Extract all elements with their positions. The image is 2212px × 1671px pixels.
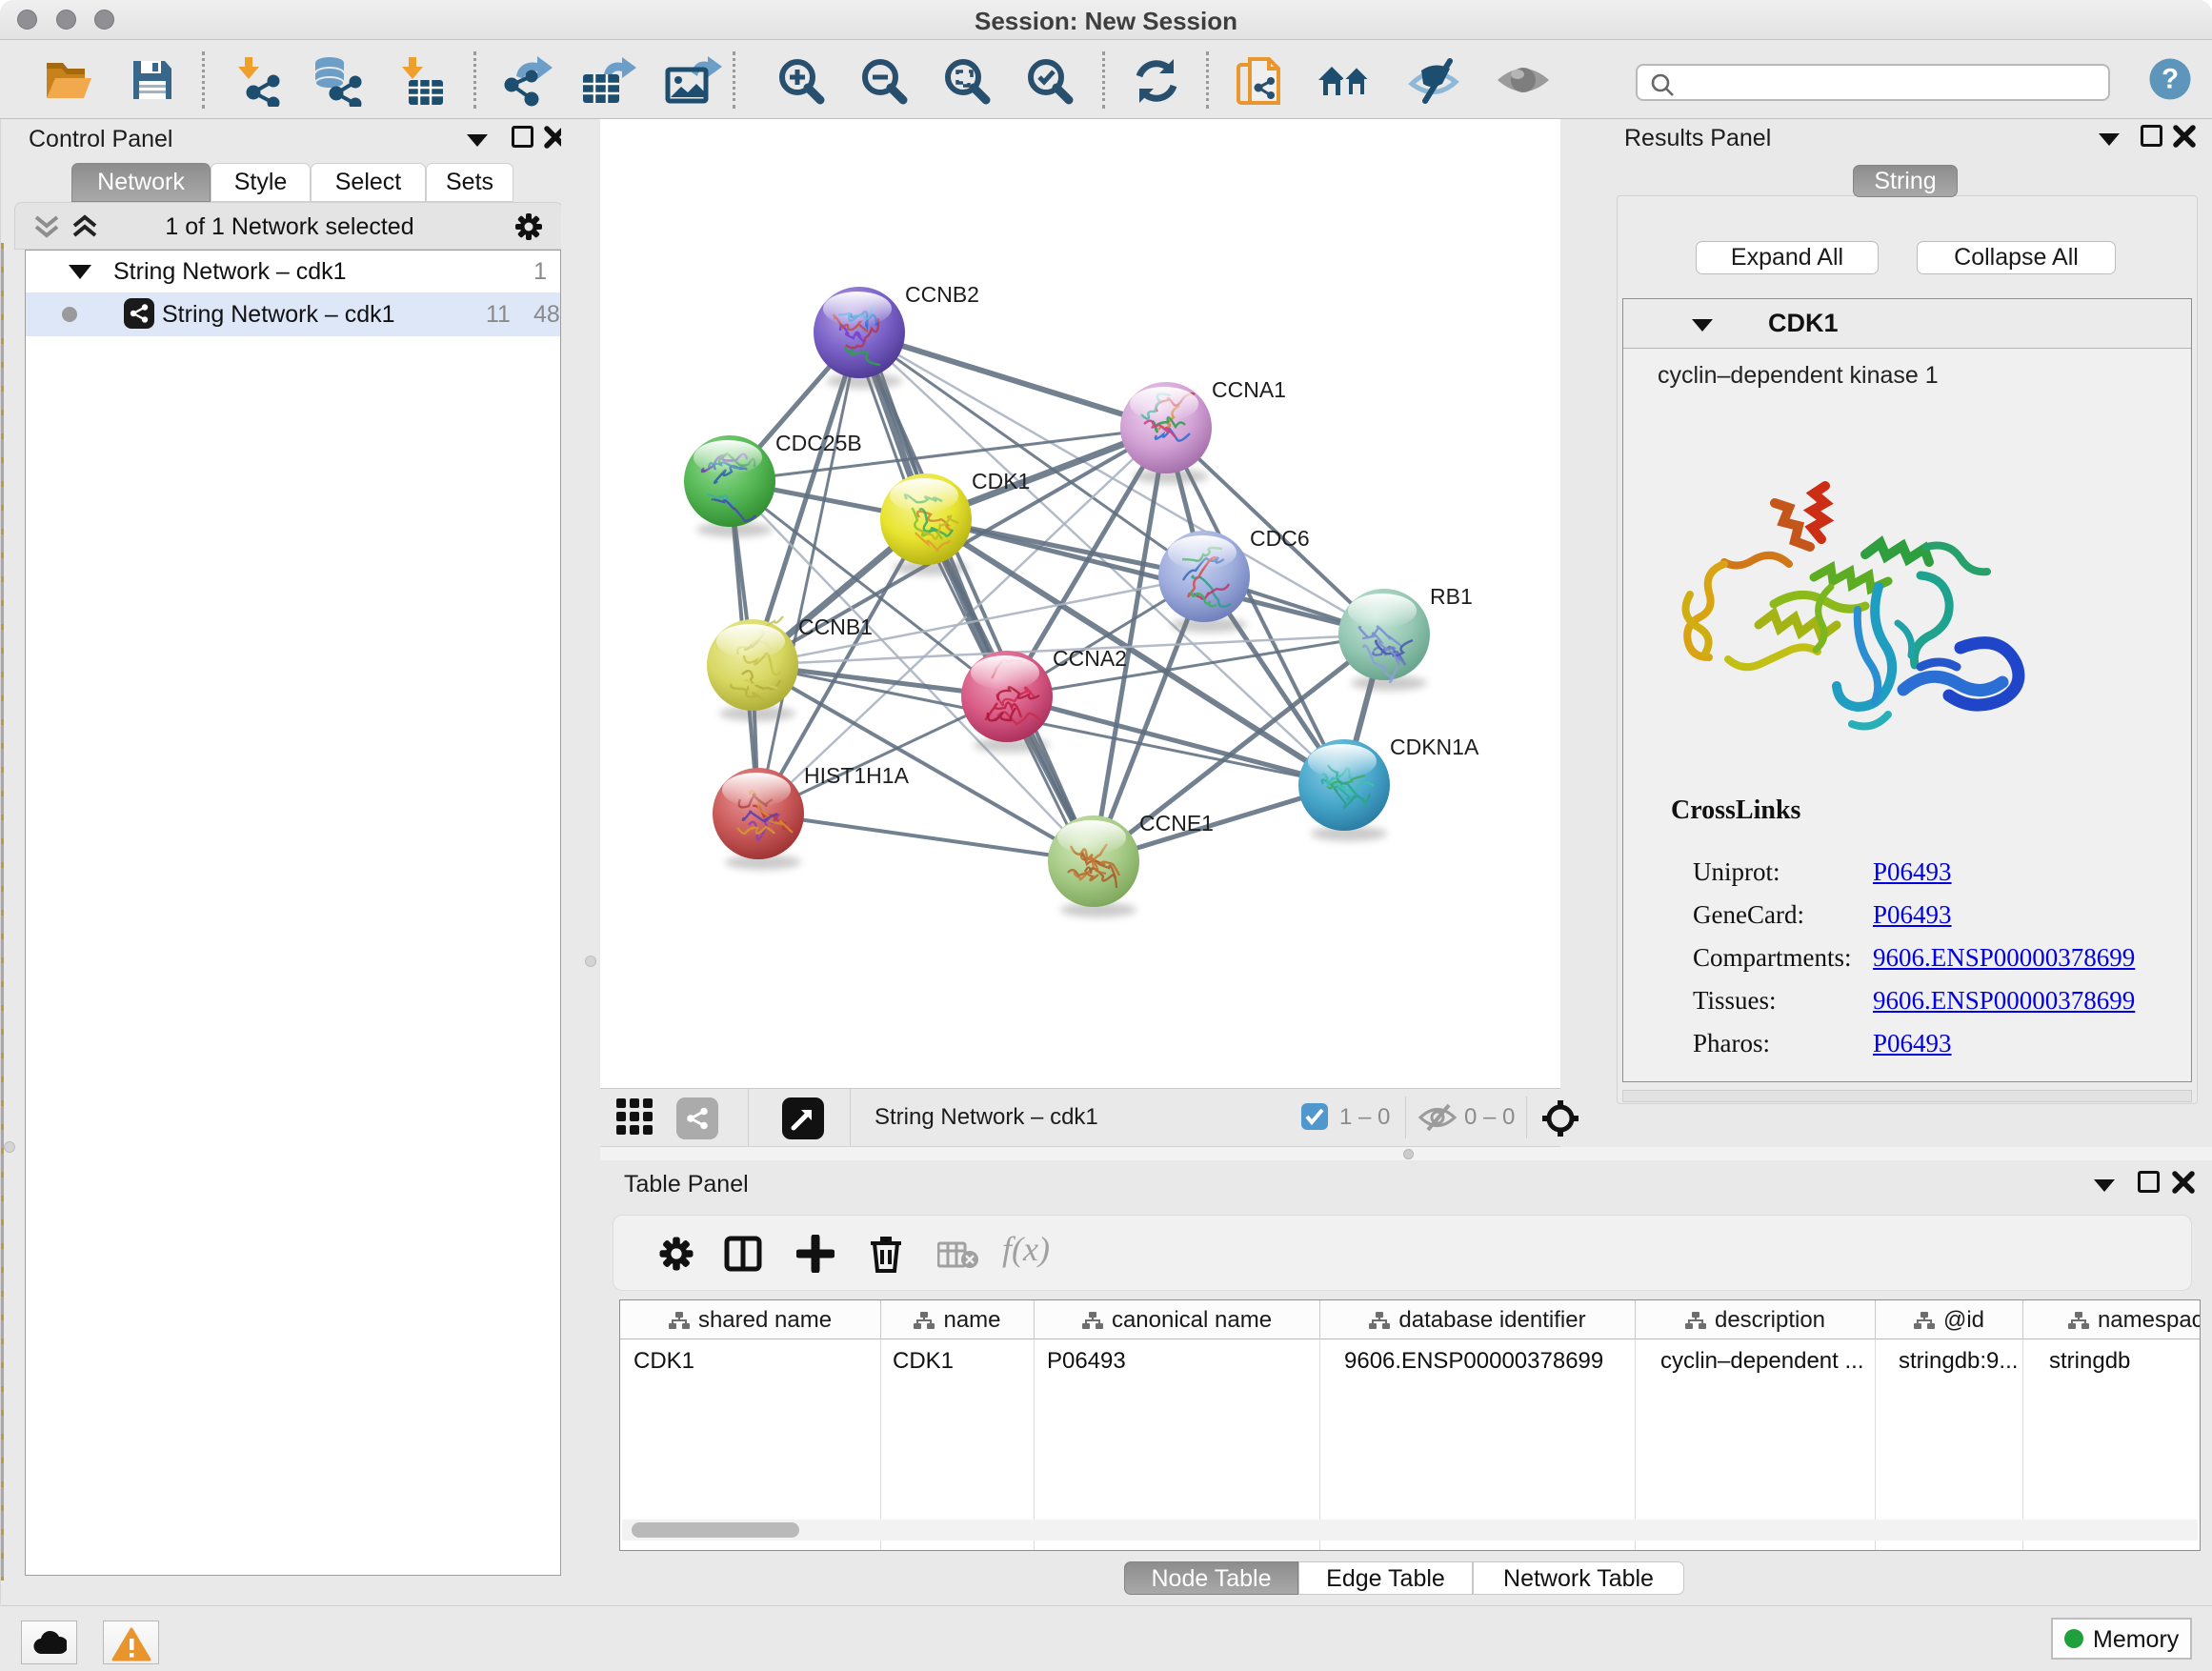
svg-text:CCNB1: CCNB1 bbox=[798, 614, 873, 639]
svg-text:CCNA1: CCNA1 bbox=[1212, 377, 1286, 402]
svg-text:RB1: RB1 bbox=[1430, 584, 1473, 609]
svg-text:CDKN1A: CDKN1A bbox=[1390, 735, 1479, 759]
svg-text:CDC25B: CDC25B bbox=[775, 431, 862, 455]
svg-text:?: ? bbox=[2162, 64, 2179, 95]
svg-text:CCNA2: CCNA2 bbox=[1053, 646, 1127, 671]
svg-text:HIST1H1A: HIST1H1A bbox=[804, 763, 910, 788]
svg-text:CCNB2: CCNB2 bbox=[905, 282, 979, 307]
svg-text:CDK1: CDK1 bbox=[972, 469, 1030, 493]
svg-text:CCNE1: CCNE1 bbox=[1139, 811, 1214, 836]
svg-text:CDC6: CDC6 bbox=[1250, 526, 1310, 551]
